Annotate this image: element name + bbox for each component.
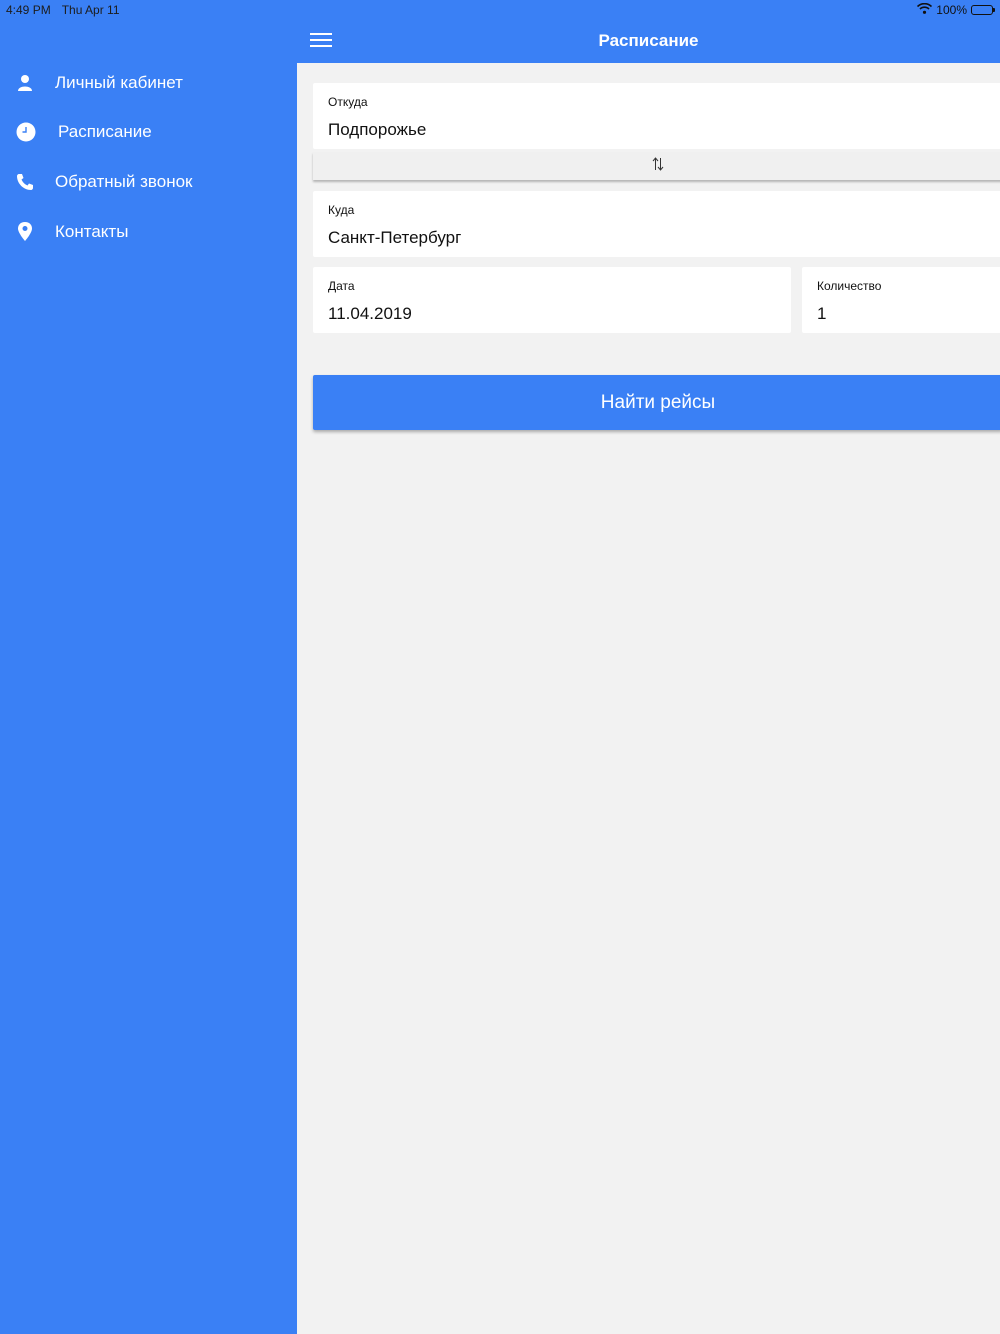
to-field[interactable]: Куда Санкт-Петербург (313, 191, 1000, 257)
sidebar-item-contacts[interactable]: Контакты (0, 212, 297, 252)
to-value[interactable]: Санкт-Петербург (328, 228, 949, 248)
sidebar-item-label: Обратный звонок (55, 172, 193, 191)
sidebar-item-label: Личный кабинет (55, 73, 183, 92)
status-bar-left: 4:49 PM Thu Apr 11 (6, 3, 120, 17)
date-label: Дата (328, 279, 355, 293)
person-icon (14, 72, 36, 94)
sidebar: 4:49 PM Thu Apr 11 Личный кабинет Распис… (0, 0, 297, 1334)
sidebar-item-label: Расписание (58, 122, 152, 141)
wifi-icon (917, 2, 933, 17)
app-header: Расписание (297, 0, 1000, 63)
from-field[interactable]: Откуда Подпорожье (313, 83, 1000, 149)
page-title: Расписание (598, 31, 699, 50)
sidebar-item-callback[interactable]: Обратный звонок (0, 162, 297, 202)
count-field[interactable]: Количество 1 (802, 267, 1000, 333)
status-date: Thu Apr 11 (61, 3, 120, 17)
swap-button[interactable] (313, 152, 1000, 180)
battery-percent: 100% (936, 3, 967, 17)
date-value[interactable]: 11.04.2019 (328, 304, 758, 324)
count-label: Количество (817, 279, 882, 293)
sidebar-item-schedule[interactable]: Расписание (0, 112, 297, 152)
phone-icon (14, 171, 36, 193)
clock-icon (15, 121, 37, 143)
swap-vertical-icon (652, 156, 664, 176)
find-trips-button[interactable]: Найти рейсы (313, 375, 1000, 430)
to-label: Куда (328, 203, 355, 217)
sidebar-item-label: Контакты (55, 222, 129, 241)
location-pin-icon (14, 221, 36, 243)
status-bar-right: 100% (917, 2, 995, 17)
status-time: 4:49 PM (6, 3, 51, 17)
count-value[interactable]: 1 (817, 304, 998, 324)
date-field[interactable]: Дата 11.04.2019 (313, 267, 791, 333)
battery-icon (971, 5, 995, 15)
from-label: Откуда (328, 95, 368, 109)
sidebar-item-account[interactable]: Личный кабинет (0, 63, 297, 103)
from-value[interactable]: Подпорожье (328, 120, 949, 140)
